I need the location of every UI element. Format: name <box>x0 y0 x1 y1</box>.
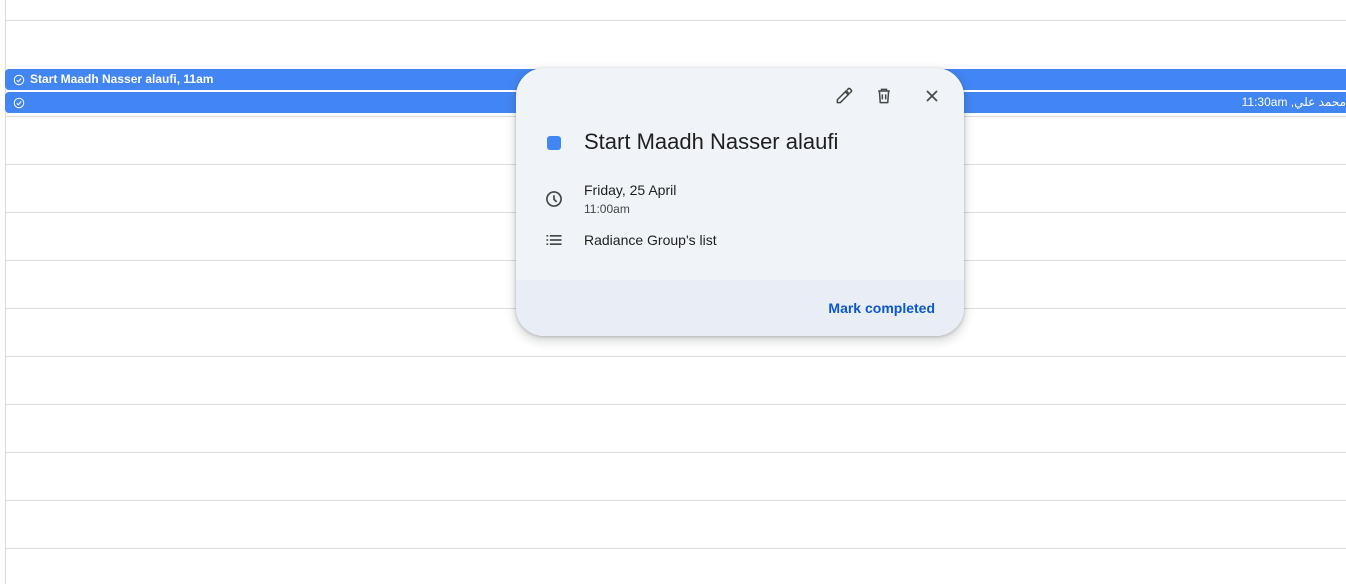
task-color-swatch <box>547 136 561 150</box>
task-check-icon <box>13 97 25 108</box>
hour-gridline <box>5 356 1346 357</box>
hour-gridline <box>5 404 1346 405</box>
close-icon <box>926 90 938 102</box>
event-time-label: 11:30am ,محمد علي <box>1241 95 1346 109</box>
hour-gridline <box>5 20 1346 21</box>
task-date: Friday, 25 April <box>584 182 677 198</box>
task-details-popup: Start Maadh Nasser alaufi Friday, 25 Apr… <box>516 68 964 336</box>
hour-gridline <box>5 500 1346 501</box>
clock-icon <box>546 191 562 207</box>
trash-icon <box>878 88 890 104</box>
hour-gridline <box>5 452 1346 453</box>
edit-pencil-icon <box>836 87 853 104</box>
task-list-name: Radiance Group's list <box>584 232 717 248</box>
popup-title: Start Maadh Nasser alaufi <box>584 129 839 154</box>
close-button[interactable] <box>914 78 950 114</box>
task-check-icon <box>13 74 25 85</box>
delete-button[interactable] <box>866 78 902 114</box>
list-icon <box>546 235 562 245</box>
task-time: 11:00am <box>584 202 630 216</box>
mark-completed-button[interactable]: Mark completed <box>828 298 935 318</box>
event-title: Start Maadh Nasser alaufi, 11am <box>30 72 214 86</box>
hour-gridline <box>5 548 1346 549</box>
edit-button[interactable] <box>826 78 862 114</box>
